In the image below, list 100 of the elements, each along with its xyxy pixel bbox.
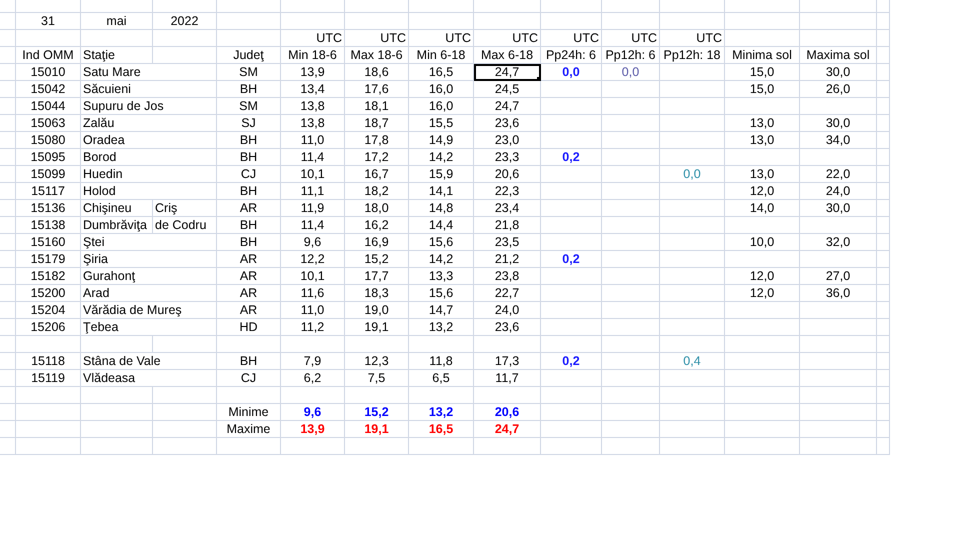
table-cell: Ştei bbox=[81, 234, 217, 251]
unit-label: UTC bbox=[602, 30, 660, 47]
table-cell: 18,1 bbox=[345, 98, 409, 115]
empty-cell bbox=[660, 64, 725, 81]
table-cell: 16,9 bbox=[345, 234, 409, 251]
table-cell: 14,4 bbox=[409, 217, 474, 234]
empty-cell bbox=[660, 115, 725, 132]
summary-value: 13,9 bbox=[281, 421, 345, 438]
empty-cell bbox=[0, 353, 16, 370]
empty-cell bbox=[602, 285, 660, 302]
table-cell: 16,0 bbox=[409, 81, 474, 98]
table-cell: BH bbox=[217, 217, 281, 234]
unit-label: UTC bbox=[541, 30, 602, 47]
empty-cell bbox=[153, 387, 217, 404]
table-cell: Vărădia de Mureş bbox=[81, 302, 217, 319]
table-cell: 14,0 bbox=[725, 200, 800, 217]
table-cell: 15160 bbox=[16, 234, 81, 251]
empty-cell bbox=[81, 336, 153, 353]
table-cell: Stâna de Vale bbox=[81, 353, 217, 370]
empty-cell bbox=[660, 319, 725, 336]
empty-cell bbox=[0, 81, 16, 98]
table-cell: Satu Mare bbox=[81, 64, 217, 81]
table-cell: 13,8 bbox=[281, 98, 345, 115]
table-cell: 11,7 bbox=[474, 370, 541, 387]
empty-cell bbox=[660, 438, 725, 455]
empty-cell bbox=[541, 404, 602, 421]
empty-cell bbox=[281, 0, 345, 13]
table-cell: 0,0 bbox=[660, 166, 725, 183]
table-cell: 0,2 bbox=[541, 353, 602, 370]
table-cell: 16,5 bbox=[409, 64, 474, 81]
column-header: Staţie bbox=[81, 47, 153, 64]
empty-cell bbox=[0, 268, 16, 285]
table-cell: 16,7 bbox=[345, 166, 409, 183]
table-cell: 11,4 bbox=[281, 217, 345, 234]
table-cell: de Codru bbox=[153, 217, 217, 234]
table-cell: 15117 bbox=[16, 183, 81, 200]
table-cell: 19,0 bbox=[345, 302, 409, 319]
empty-cell bbox=[16, 336, 81, 353]
empty-cell bbox=[217, 387, 281, 404]
empty-cell bbox=[541, 217, 602, 234]
empty-cell bbox=[541, 285, 602, 302]
table-cell: 16,0 bbox=[409, 98, 474, 115]
table-cell: 15182 bbox=[16, 268, 81, 285]
empty-cell bbox=[660, 285, 725, 302]
table-cell: 17,8 bbox=[345, 132, 409, 149]
empty-cell bbox=[602, 200, 660, 217]
summary-value: 24,7 bbox=[474, 421, 541, 438]
empty-cell bbox=[409, 336, 474, 353]
table-cell: 22,3 bbox=[474, 183, 541, 200]
empty-cell bbox=[345, 438, 409, 455]
empty-cell bbox=[0, 438, 16, 455]
table-cell: 15206 bbox=[16, 319, 81, 336]
table-cell: Oradea bbox=[81, 132, 217, 149]
empty-cell bbox=[409, 0, 474, 13]
table-cell: 18,2 bbox=[345, 183, 409, 200]
empty-cell bbox=[345, 0, 409, 13]
table-cell: Supuru de Jos bbox=[81, 98, 217, 115]
table-cell: BH bbox=[217, 81, 281, 98]
empty-cell bbox=[474, 438, 541, 455]
table-cell: 21,2 bbox=[474, 251, 541, 268]
empty-cell bbox=[660, 370, 725, 387]
empty-cell bbox=[541, 336, 602, 353]
table-cell: SM bbox=[217, 64, 281, 81]
table-cell: 15099 bbox=[16, 166, 81, 183]
table-cell: 15119 bbox=[16, 370, 81, 387]
empty-cell bbox=[877, 166, 890, 183]
table-cell: 23,3 bbox=[474, 149, 541, 166]
empty-cell bbox=[602, 132, 660, 149]
empty-cell bbox=[0, 217, 16, 234]
unit-label: UTC bbox=[474, 30, 541, 47]
table-cell: 23,6 bbox=[474, 319, 541, 336]
table-cell: 13,0 bbox=[725, 166, 800, 183]
empty-cell bbox=[877, 438, 890, 455]
empty-cell bbox=[281, 13, 345, 30]
empty-cell bbox=[602, 183, 660, 200]
empty-cell bbox=[602, 234, 660, 251]
table-cell: 14,1 bbox=[409, 183, 474, 200]
empty-cell bbox=[660, 251, 725, 268]
empty-cell bbox=[877, 115, 890, 132]
empty-cell bbox=[541, 302, 602, 319]
selected-cell[interactable]: 24,7 bbox=[474, 64, 541, 81]
empty-cell bbox=[474, 0, 541, 13]
summary-value: 20,6 bbox=[474, 404, 541, 421]
table-cell: Gurahonţ bbox=[81, 268, 217, 285]
table-cell: 15204 bbox=[16, 302, 81, 319]
empty-cell bbox=[660, 81, 725, 98]
table-cell: Chişineu bbox=[81, 200, 153, 217]
empty-cell bbox=[345, 13, 409, 30]
table-cell: 15179 bbox=[16, 251, 81, 268]
table-cell: 15,0 bbox=[725, 64, 800, 81]
table-cell: Huedin bbox=[81, 166, 217, 183]
table-cell: 15063 bbox=[16, 115, 81, 132]
empty-cell bbox=[0, 47, 16, 64]
table-cell: AR bbox=[217, 302, 281, 319]
empty-cell bbox=[602, 166, 660, 183]
empty-cell bbox=[0, 149, 16, 166]
empty-cell bbox=[877, 370, 890, 387]
table-cell: 23,6 bbox=[474, 115, 541, 132]
table-cell: 18,3 bbox=[345, 285, 409, 302]
table-cell: 13,3 bbox=[409, 268, 474, 285]
